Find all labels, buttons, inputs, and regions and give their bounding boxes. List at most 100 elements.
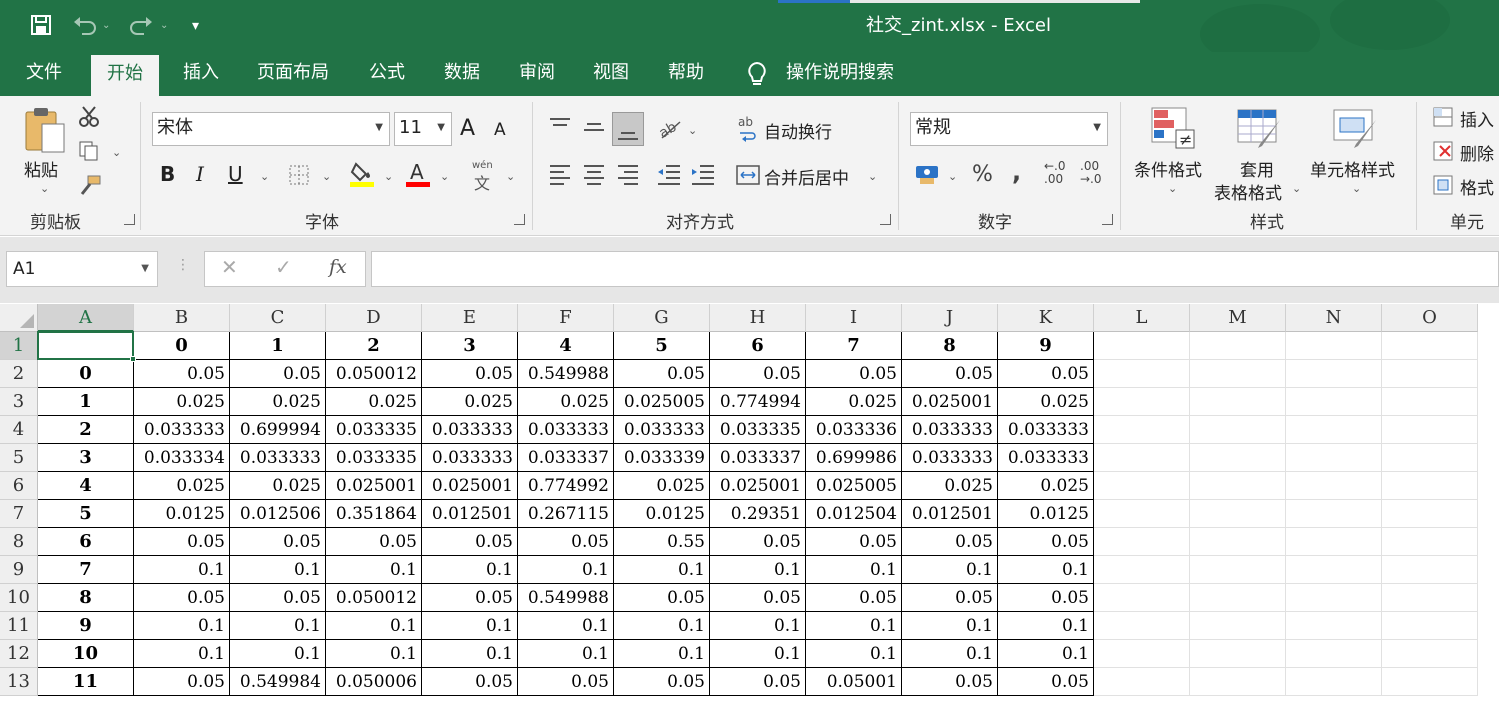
cell-n10[interactable] [1286,584,1382,612]
cell-n2[interactable] [1286,360,1382,388]
delete-cells-icon[interactable] [1432,140,1454,166]
cell-g11[interactable]: 0.1 [614,612,710,640]
cell-f12[interactable]: 0.1 [518,640,614,668]
more-options-icon[interactable]: ⋮ [176,257,190,273]
redo-dropdown-icon[interactable]: ⌄ [160,14,168,38]
cell-m13[interactable] [1190,668,1286,696]
cell-d1[interactable]: 2 [326,332,422,360]
cell-o6[interactable] [1382,472,1478,500]
cell-b1[interactable]: 0 [134,332,230,360]
cell-n4[interactable] [1286,416,1382,444]
column-header-c[interactable]: C [230,304,326,332]
cell-c3[interactable]: 0.025 [230,388,326,416]
cell-b5[interactable]: 0.033334 [134,444,230,472]
fill-color-dropdown-icon[interactable]: ⌄ [384,170,393,183]
font-launcher-icon[interactable] [514,214,525,225]
row-header[interactable]: 10 [0,584,38,612]
row-header[interactable]: 3 [0,388,38,416]
cell-d10[interactable]: 0.050012 [326,584,422,612]
column-header-k[interactable]: K [998,304,1094,332]
merge-center-icon[interactable] [736,164,760,190]
cell-f9[interactable]: 0.1 [518,556,614,584]
cell-styles-button[interactable]: 单元格样式 [1310,156,1395,181]
cell-o3[interactable] [1382,388,1478,416]
cell-d13[interactable]: 0.050006 [326,668,422,696]
paste-icon[interactable] [22,106,68,160]
cell-l6[interactable] [1094,472,1190,500]
cell-h8[interactable]: 0.05 [710,528,806,556]
tab-page-layout[interactable]: 页面布局 [241,52,345,96]
fill-color-icon[interactable] [350,160,376,192]
cell-k7[interactable]: 0.0125 [998,500,1094,528]
font-color-icon[interactable]: A [406,160,432,192]
conditional-dropdown-icon[interactable]: ⌄ [1168,182,1177,195]
cell-c12[interactable]: 0.1 [230,640,326,668]
cell-d5[interactable]: 0.033335 [326,444,422,472]
cell-e8[interactable]: 0.05 [422,528,518,556]
cell-e7[interactable]: 0.012501 [422,500,518,528]
cell-a5[interactable]: 3 [38,444,134,472]
number-format-combo[interactable]: 常规 ▼ [910,112,1108,146]
decrease-indent-icon[interactable] [656,162,682,190]
cell-b8[interactable]: 0.05 [134,528,230,556]
format-as-table-button[interactable]: 表格格式 [1214,179,1282,204]
cell-m9[interactable] [1190,556,1286,584]
cell-l10[interactable] [1094,584,1190,612]
undo-icon[interactable] [72,14,100,38]
cell-c8[interactable]: 0.05 [230,528,326,556]
cell-d2[interactable]: 0.050012 [326,360,422,388]
cell-h7[interactable]: 0.29351 [710,500,806,528]
cell-e6[interactable]: 0.025001 [422,472,518,500]
cell-m12[interactable] [1190,640,1286,668]
cell-o4[interactable] [1382,416,1478,444]
formula-input[interactable] [371,251,1499,287]
cell-k3[interactable]: 0.025 [998,388,1094,416]
cell-h11[interactable]: 0.1 [710,612,806,640]
undo-dropdown-icon[interactable]: ⌄ [102,14,110,38]
cell-g8[interactable]: 0.55 [614,528,710,556]
align-bottom-icon[interactable] [612,112,644,146]
column-header-b[interactable]: B [134,304,230,332]
cell-m8[interactable] [1190,528,1286,556]
borders-icon[interactable] [288,164,310,190]
cell-c5[interactable]: 0.033333 [230,444,326,472]
cell-d4[interactable]: 0.033335 [326,416,422,444]
italic-button[interactable]: I [196,162,204,186]
cell-g12[interactable]: 0.1 [614,640,710,668]
cell-n11[interactable] [1286,612,1382,640]
tab-data[interactable]: 数据 [428,52,496,96]
cell-i12[interactable]: 0.1 [806,640,902,668]
cell-e10[interactable]: 0.05 [422,584,518,612]
comma-style-button[interactable]: , [1012,158,1021,186]
align-center-icon[interactable] [582,162,606,190]
cell-g1[interactable]: 5 [614,332,710,360]
worksheet-grid[interactable]: ABCDEFGHIJKLMNO 1 0 1 2 3 4 5 6 7 8 9 2 0 0.05 0.05 0.0… [0,304,1499,704]
cell-o8[interactable] [1382,528,1478,556]
alignment-launcher-icon[interactable] [880,214,891,225]
cell-n6[interactable] [1286,472,1382,500]
phonetic-button[interactable]: 文 [474,170,490,194]
font-size-combo[interactable]: 11 ▼ [394,112,452,146]
paste-dropdown-icon[interactable]: ⌄ [40,182,49,195]
cell-l9[interactable] [1094,556,1190,584]
cell-n9[interactable] [1286,556,1382,584]
cell-o11[interactable] [1382,612,1478,640]
row-header[interactable]: 1 [0,332,38,360]
cell-e12[interactable]: 0.1 [422,640,518,668]
row-header[interactable]: 2 [0,360,38,388]
cell-i1[interactable]: 7 [806,332,902,360]
row-header[interactable]: 12 [0,640,38,668]
format-as-table-dropdown-icon[interactable]: ⌄ [1292,182,1301,195]
cell-j2[interactable]: 0.05 [902,360,998,388]
cell-n12[interactable] [1286,640,1382,668]
cell-k8[interactable]: 0.05 [998,528,1094,556]
cell-i4[interactable]: 0.033336 [806,416,902,444]
cell-a12[interactable]: 10 [38,640,134,668]
cell-j13[interactable]: 0.05 [902,668,998,696]
cell-i2[interactable]: 0.05 [806,360,902,388]
cell-e5[interactable]: 0.033333 [422,444,518,472]
cell-d9[interactable]: 0.1 [326,556,422,584]
cell-c13[interactable]: 0.549984 [230,668,326,696]
cell-e11[interactable]: 0.1 [422,612,518,640]
format-cells-icon[interactable] [1432,174,1454,200]
